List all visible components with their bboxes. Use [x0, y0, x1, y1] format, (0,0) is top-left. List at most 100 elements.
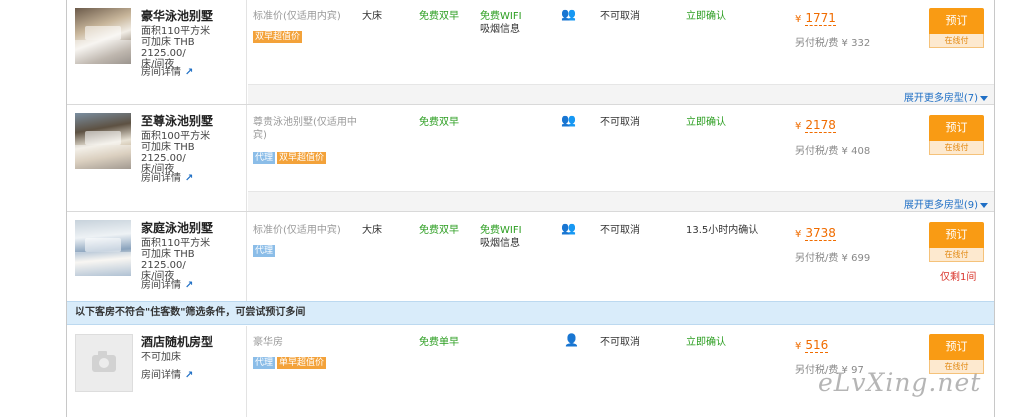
book-button[interactable]: 预订 [929, 115, 984, 141]
room-area: 面积110平方米 [141, 238, 211, 249]
cancel-policy: 不可取消 [600, 11, 640, 22]
currency-symbol: ¥ [795, 229, 802, 240]
price: ¥3738 [795, 226, 836, 241]
photo-bed [85, 238, 121, 252]
room-name[interactable]: 家庭泳池别墅 [141, 219, 213, 236]
pay-online-badge: 在线付 [929, 34, 984, 48]
room-detail-link[interactable]: 房间详情 ↗ [141, 366, 193, 381]
room-summary: 至尊泳池别墅 面积100平方米 可加床 THB 2125.00/ 床/间夜 房间… [67, 105, 247, 211]
watermark: eLvXing.net [818, 368, 982, 397]
arrow-icon: ↗ [185, 173, 194, 184]
promo-tag: 双早超值价 [253, 31, 303, 43]
bed-type: 大床 [362, 11, 382, 22]
pay-online-badge: 在线付 [929, 141, 984, 155]
room-photo-placeholder [75, 334, 133, 392]
room-detail-label: 房间详情 [141, 280, 181, 291]
price-amount: 1771 [805, 11, 836, 26]
book-group: 预订 在线付 [929, 8, 984, 48]
room-name[interactable]: 豪华泳池别墅 [141, 7, 213, 24]
cancel-policy: 不可取消 [600, 225, 640, 236]
tax-fee: 另付税/费 ¥ 408 [795, 146, 871, 157]
breakfast: 免费双早 [419, 117, 459, 128]
room-summary: 家庭泳池别墅 面积110平方米 可加床 THB 2125.00/ 床/间夜 房间… [67, 212, 247, 301]
breakfast: 免费双早 [419, 225, 459, 236]
price-amount: 2178 [805, 118, 836, 133]
room-detail-link[interactable]: 房间详情 ↗ [141, 63, 193, 78]
tax-fee: 另付税/费 ¥ 332 [795, 38, 871, 49]
room-extra-bed: 可加床 THB 2125.00/ [141, 37, 195, 59]
room-area: 面积110平方米 [141, 26, 211, 37]
book-group: 预订 在线付 [929, 222, 984, 262]
room-row: 至尊泳池别墅 面积100平方米 可加床 THB 2125.00/ 床/间夜 房间… [67, 105, 994, 212]
rate-tags: 代理 [253, 244, 277, 257]
rate-plan-line: 宾) [253, 130, 267, 141]
price: ¥2178 [795, 118, 836, 133]
price-amount: 3738 [805, 226, 836, 241]
expand-bar: 展开更多房型(7) [248, 84, 994, 104]
book-group: 预订 在线付 [929, 115, 984, 155]
rooms-left-warning: 仅剩1间 [940, 272, 977, 283]
rate-plan-name: 豪华房 [253, 337, 283, 348]
room-detail-label: 房间详情 [141, 67, 181, 78]
promo-tag: 双早超值价 [277, 152, 327, 164]
rate-plan-line: 尊贵泳池别墅(仅适用中 [253, 117, 357, 128]
filter-notice: 以下客房不符合"住客数"筛选条件，可尝试预订多间 [67, 301, 994, 325]
smoking-info[interactable]: 吸烟信息 [480, 23, 520, 36]
room-name[interactable]: 至尊泳池别墅 [141, 112, 213, 129]
room-row: 家庭泳池别墅 面积110平方米 可加床 THB 2125.00/ 床/间夜 房间… [67, 212, 994, 301]
arrow-icon: ↗ [185, 370, 194, 381]
wifi: 免费WIFI [480, 225, 522, 236]
two-persons-icon: 👥 [561, 113, 576, 127]
confirm-type: 立即确认 [686, 11, 726, 22]
cancel-policy: 不可取消 [600, 117, 640, 128]
room-summary: 豪华泳池别墅 面积110平方米 可加床 THB 2125.00/ 床/间夜 房间… [67, 0, 247, 104]
bed-type: 大床 [362, 225, 382, 236]
cancel-policy: 不可取消 [600, 337, 640, 348]
room-detail-label: 房间详情 [141, 173, 181, 184]
agent-tag: 代理 [253, 152, 276, 164]
two-persons-icon: 👥 [561, 221, 576, 235]
photo-floor [75, 145, 131, 169]
arrow-icon: ↗ [185, 280, 194, 291]
rate-plan-name: 标准价(仅适用内宾) [253, 11, 341, 22]
camera-icon [92, 351, 116, 372]
photo-bed [85, 26, 121, 40]
pay-online-badge: 在线付 [929, 248, 984, 262]
expand-bar: 展开更多房型(9) [248, 191, 994, 211]
expand-more-rooms[interactable]: 展开更多房型(7) [904, 89, 988, 104]
confirm-type: 13.5小时内确认 [686, 225, 759, 236]
room-row: 豪华泳池别墅 面积110平方米 可加床 THB 2125.00/ 床/间夜 房间… [67, 0, 994, 105]
room-name[interactable]: 酒店随机房型 [141, 333, 213, 350]
price: ¥1771 [795, 11, 836, 26]
room-extra-bed: 可加床 THB 2125.00/ [141, 142, 195, 164]
confirm-type: 立即确认 [686, 337, 726, 348]
room-summary: 酒店随机房型 不可加床 房间详情 ↗ [67, 326, 247, 417]
expand-more-rooms[interactable]: 展开更多房型(9) [904, 196, 988, 211]
expand-label: 展开更多房型(7) [903, 93, 978, 104]
agent-tag: 代理 [253, 245, 276, 257]
room-detail-link[interactable]: 房间详情 ↗ [141, 169, 193, 184]
room-photo[interactable] [75, 8, 131, 64]
promo-tag: 单早超值价 [277, 357, 327, 369]
room-photo[interactable] [75, 220, 131, 276]
currency-symbol: ¥ [795, 14, 802, 25]
book-button[interactable]: 预订 [929, 222, 984, 248]
wifi: 免费WIFI [480, 11, 522, 22]
photo-bed [85, 131, 121, 145]
book-button[interactable]: 预订 [929, 8, 984, 34]
agent-tag: 代理 [253, 357, 276, 369]
arrow-icon: ↗ [185, 67, 194, 78]
room-info: 不可加床 [141, 352, 241, 363]
room-photo[interactable] [75, 113, 131, 169]
tax-fee: 另付税/费 ¥ 699 [795, 253, 871, 264]
smoking-info[interactable]: 吸烟信息 [480, 237, 520, 250]
photo-floor [75, 40, 131, 64]
rate-tags: 双早超值价 [253, 30, 304, 43]
breakfast: 免费双早 [419, 11, 459, 22]
room-detail-link[interactable]: 房间详情 ↗ [141, 276, 193, 291]
rate-plan-name: 标准价(仅适用中宾) [253, 225, 341, 236]
book-button[interactable]: 预订 [929, 334, 984, 360]
room-area: 面积100平方米 [141, 131, 211, 142]
one-person-icon: 👤 [564, 333, 579, 347]
room-extra-bed: 可加床 THB 2125.00/ [141, 249, 195, 271]
